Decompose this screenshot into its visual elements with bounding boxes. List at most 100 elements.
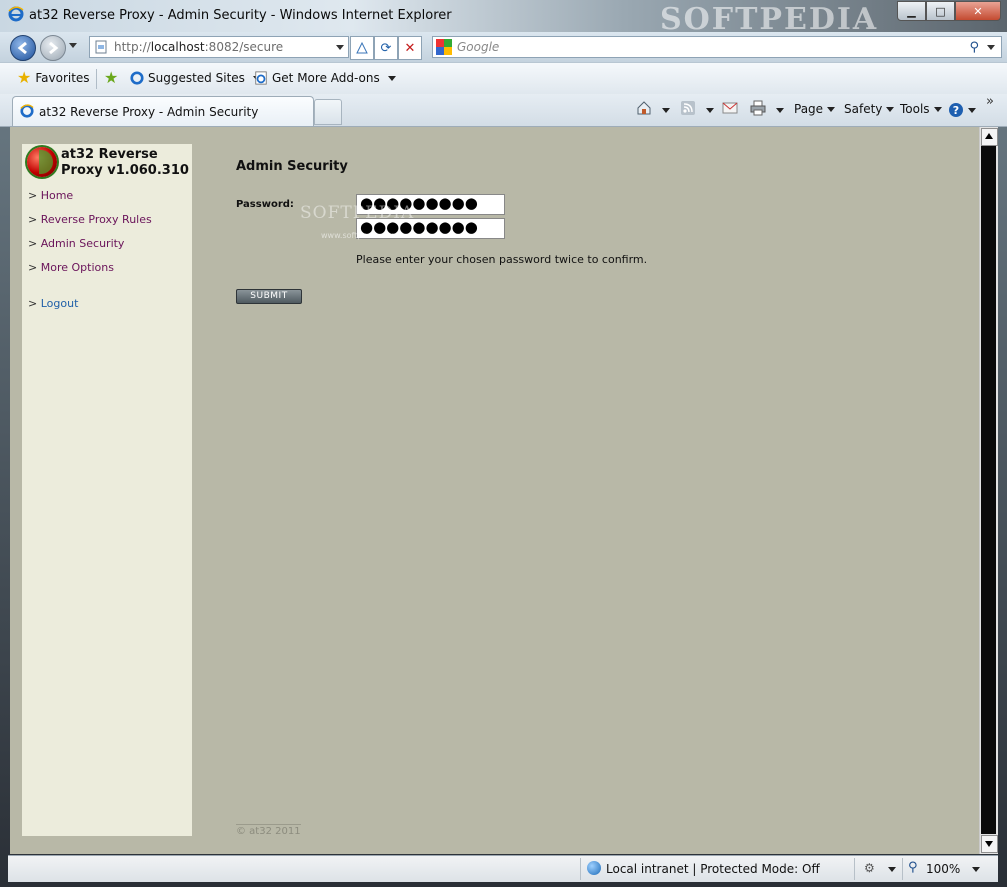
- vertical-scrollbar[interactable]: [979, 127, 998, 854]
- brand-title: at32 Reverse Proxy v1.060.310: [61, 147, 189, 179]
- softpedia-watermark: SOFTPEDIA: [300, 203, 415, 223]
- ie-logo-icon: [8, 6, 24, 22]
- stop-button[interactable]: ✕: [398, 36, 422, 60]
- forward-button[interactable]: [40, 35, 66, 61]
- page-menu-label: Page: [794, 102, 824, 116]
- separator: [854, 858, 855, 880]
- separator: [580, 858, 581, 880]
- tools-menu-label: Tools: [900, 102, 930, 116]
- forward-arrow-icon: [49, 41, 59, 55]
- tab-bar: at32 Reverse Proxy - Admin Security Page…: [0, 94, 1007, 127]
- page-title: Admin Security: [236, 159, 348, 174]
- at32-logo-icon: [27, 147, 57, 177]
- safety-menu-label: Safety: [844, 102, 883, 116]
- suggested-sites-button[interactable]: Suggested Sites: [130, 71, 261, 85]
- print-dropdown-icon[interactable]: [776, 108, 784, 113]
- star-icon: ★: [17, 68, 32, 87]
- page-menu[interactable]: Page: [794, 102, 836, 116]
- compatibility-view-button[interactable]: [350, 36, 374, 60]
- zoom-icon: ⚲: [908, 860, 918, 875]
- chevron-down-icon: [933, 106, 942, 112]
- softpedia-watermark-url: www.softpedia.com: [321, 231, 400, 240]
- nav-link-home[interactable]: Home: [41, 189, 73, 202]
- tab-admin-security[interactable]: at32 Reverse Proxy - Admin Security: [12, 96, 314, 126]
- favorites-label: Favorites: [35, 71, 90, 85]
- ie-icon: [130, 71, 144, 85]
- nav-item-logout: > Logout: [28, 297, 78, 310]
- popup-blocker-icon[interactable]: ⚙: [864, 861, 875, 875]
- nav-item-admin-security: > Admin Security: [28, 237, 124, 250]
- favorites-bar: ★ Favorites ★ Suggested Sites Get More A…: [0, 62, 1007, 95]
- separator: [96, 69, 97, 89]
- refresh-button[interactable]: ⟳: [374, 36, 398, 60]
- title-bar: at32 Reverse Proxy - Admin Security - Wi…: [0, 0, 1007, 37]
- get-more-addons-button[interactable]: Get More Add-ons: [254, 71, 396, 85]
- safety-menu[interactable]: Safety: [844, 102, 895, 116]
- window-controls: ▁ □ ✕: [897, 1, 1001, 21]
- nav-item-more-options: > More Options: [28, 261, 114, 274]
- security-zone-status[interactable]: Local intranet | Protected Mode: Off: [606, 862, 820, 876]
- google-icon: [436, 39, 452, 55]
- page-viewport: at32 Reverse Proxy v1.060.310 > Home > R…: [10, 127, 979, 854]
- chevron-down-icon: [387, 75, 396, 81]
- maximize-button[interactable]: □: [926, 1, 955, 21]
- search-icon[interactable]: ⚲: [969, 38, 979, 58]
- new-tab-button[interactable]: [314, 99, 342, 125]
- svg-text:?: ?: [953, 104, 959, 117]
- scrollbar-thumb[interactable]: [981, 146, 996, 834]
- nav-marker: >: [28, 237, 38, 250]
- home-dropdown-icon[interactable]: [662, 108, 670, 113]
- ie-icon: [20, 104, 34, 118]
- mail-icon[interactable]: [722, 100, 738, 116]
- compatibility-icon: [356, 41, 368, 54]
- print-icon[interactable]: [750, 100, 766, 116]
- scroll-down-button[interactable]: [981, 835, 998, 853]
- address-bar[interactable]: http://localhost:8082/secure: [89, 36, 349, 58]
- chevron-down-icon: [827, 106, 836, 112]
- browser-window: at32 Reverse Proxy - Admin Security - Wi…: [0, 0, 1007, 887]
- copyright-footer: © at32 2011: [236, 824, 301, 837]
- zoom-level[interactable]: 100%: [926, 862, 960, 876]
- more-commands-chevron-icon[interactable]: »: [986, 94, 994, 109]
- password-label: Password:: [236, 199, 294, 210]
- add-to-favorites-bar-button[interactable]: ★: [104, 70, 118, 86]
- home-icon[interactable]: [636, 100, 652, 116]
- submit-button[interactable]: SUBMIT: [236, 289, 302, 304]
- address-toolbar: http://localhost:8082/secure ⟳ ✕ Google …: [0, 32, 1007, 62]
- nav-marker: >: [28, 189, 38, 202]
- separator: [902, 858, 903, 880]
- url-text: http://localhost:8082/secure: [114, 40, 284, 54]
- chevron-down-icon: [968, 107, 976, 113]
- tools-menu[interactable]: Tools: [900, 102, 942, 116]
- tab-label: at32 Reverse Proxy - Admin Security: [39, 105, 259, 119]
- nav-link-more-options[interactable]: More Options: [41, 261, 114, 274]
- feeds-icon[interactable]: [680, 100, 696, 116]
- nav-marker: >: [28, 297, 38, 310]
- sidebar: at32 Reverse Proxy v1.060.310 > Home > R…: [22, 144, 192, 836]
- nav-item-home: > Home: [28, 189, 73, 202]
- favorites-button[interactable]: ★ Favorites: [17, 68, 90, 87]
- scroll-up-button[interactable]: [981, 128, 998, 146]
- nav-link-reverse-proxy-rules[interactable]: Reverse Proxy Rules: [41, 213, 152, 226]
- brand-line-1: at32 Reverse: [61, 147, 158, 162]
- password-hint: Please enter your chosen password twice …: [356, 253, 648, 266]
- nav-link-admin-security[interactable]: Admin Security: [41, 237, 125, 250]
- page-icon: [95, 40, 107, 54]
- close-button[interactable]: ✕: [955, 1, 1001, 21]
- help-menu[interactable]: ?: [948, 102, 976, 118]
- status-bar: Local intranet | Protected Mode: Off ⚙ ⚲…: [8, 855, 998, 882]
- zoom-dropdown-icon[interactable]: [972, 867, 980, 872]
- get-more-addons-label: Get More Add-ons: [272, 71, 380, 85]
- window-title: at32 Reverse Proxy - Admin Security - Wi…: [29, 8, 452, 23]
- search-options-dropdown[interactable]: [987, 45, 995, 50]
- search-box[interactable]: Google ⚲: [432, 36, 1002, 58]
- recent-pages-dropdown[interactable]: [69, 43, 77, 48]
- popup-dropdown-icon[interactable]: [888, 867, 896, 872]
- back-button[interactable]: [10, 35, 36, 61]
- address-dropdown-icon[interactable]: [336, 45, 344, 50]
- feeds-dropdown-icon[interactable]: [706, 108, 714, 113]
- minimize-button[interactable]: ▁: [897, 1, 926, 21]
- chevron-down-icon: [886, 106, 895, 112]
- nav-link-logout[interactable]: Logout: [41, 297, 79, 310]
- suggested-sites-label: Suggested Sites: [148, 71, 245, 85]
